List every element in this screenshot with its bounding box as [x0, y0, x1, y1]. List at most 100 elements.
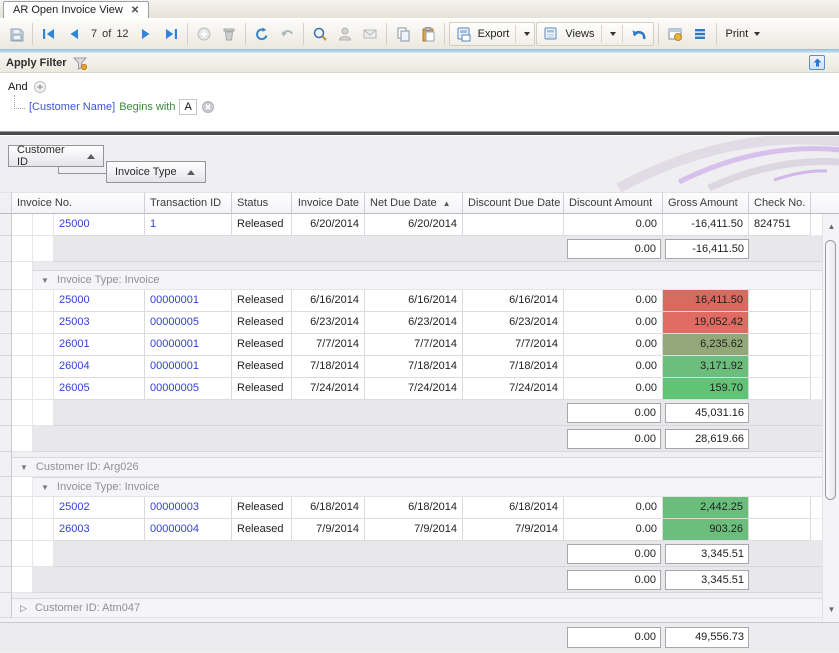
invoice-no-link[interactable]: 26003	[54, 519, 145, 541]
discount-due-date-cell: 6/18/2014	[463, 497, 564, 519]
column-header-transaction-id[interactable]: Transaction ID	[145, 192, 232, 214]
group-row-invoice-type[interactable]: ▼ Invoice Type: Invoice	[0, 270, 822, 290]
table-row[interactable]: 26005 00000005 Released 7/24/2014 7/24/2…	[0, 378, 822, 400]
net-due-date-cell: 6/16/2014	[365, 290, 463, 312]
email-button[interactable]	[358, 23, 382, 45]
views-label[interactable]: Views	[565, 28, 594, 40]
transaction-id-link[interactable]: 00000001	[145, 290, 232, 312]
search-button[interactable]	[308, 23, 332, 45]
print-dropdown-caret-icon[interactable]	[754, 32, 760, 36]
add-icon	[196, 26, 212, 42]
grid-settings-icon	[667, 26, 683, 42]
column-header-gross-amount[interactable]: Gross Amount	[663, 192, 749, 214]
previous-record-button[interactable]	[62, 23, 86, 45]
grand-total-discount: 0.00	[567, 627, 661, 648]
group-collapsed-icon[interactable]: ▷	[20, 603, 27, 614]
collapse-filter-panel-button[interactable]	[809, 55, 825, 70]
vertical-scrollbar[interactable]: ▲ ▼	[822, 214, 839, 621]
condition-value-input[interactable]: A	[179, 99, 196, 115]
invoice-no-link[interactable]: 25000	[54, 290, 145, 312]
transaction-id-link[interactable]: 00000004	[145, 519, 232, 541]
delete-record-button[interactable]	[217, 23, 241, 45]
group-separator	[601, 25, 602, 43]
add-record-button[interactable]	[192, 23, 216, 45]
column-header-invoice-no[interactable]: Invoice No.	[12, 192, 145, 214]
export-button[interactable]	[454, 23, 474, 45]
remove-condition-icon[interactable]	[201, 100, 215, 114]
table-row[interactable]: 25002 00000003 Released 6/18/2014 6/18/2…	[0, 497, 822, 519]
invoice-no-link[interactable]: 26004	[54, 356, 145, 378]
copy-button[interactable]	[391, 23, 415, 45]
tab-close-icon[interactable]: ✕	[131, 5, 139, 16]
add-condition-icon[interactable]	[33, 80, 47, 94]
invoice-no-link[interactable]: 25000	[54, 214, 145, 236]
refresh-button[interactable]	[250, 23, 274, 45]
sort-asc-icon	[187, 170, 195, 175]
column-header-invoice-date[interactable]: Invoice Date	[292, 192, 365, 214]
views-button[interactable]	[541, 23, 561, 45]
column-header-discount-amount[interactable]: Discount Amount	[564, 192, 663, 214]
transaction-id-link[interactable]: 00000001	[145, 356, 232, 378]
column-header-discount-due-date[interactable]: Discount Due Date	[463, 192, 564, 214]
transaction-id-link[interactable]: 00000005	[145, 312, 232, 334]
condition-operator[interactable]: Begins with	[119, 101, 175, 113]
table-row[interactable]: 26003 00000004 Released 7/9/2014 7/9/201…	[0, 519, 822, 541]
revert-arrow-icon	[630, 26, 647, 43]
transaction-id-link[interactable]: 1	[145, 214, 232, 236]
table-row[interactable]: 25003 00000005 Released 6/23/2014 6/23/2…	[0, 312, 822, 334]
group-row-invoice-type[interactable]: ▼ Invoice Type: Invoice	[0, 477, 822, 497]
group-row-customer-id[interactable]: ▼ Customer ID: Arg026	[0, 457, 822, 477]
print-label[interactable]: Print	[726, 28, 749, 40]
group-expanded-icon[interactable]: ▼	[41, 276, 49, 285]
filter-funnel-icon[interactable]	[73, 56, 87, 70]
row-indicator	[0, 270, 12, 290]
export-dropdown-caret-icon[interactable]	[524, 32, 530, 36]
group-chip-customer-id[interactable]: Customer ID	[8, 145, 104, 167]
table-row[interactable]: 26001 00000001 Released 7/7/2014 7/7/201…	[0, 334, 822, 356]
invoice-no-link[interactable]: 26005	[54, 378, 145, 400]
contact-button[interactable]	[333, 23, 357, 45]
decorative-swoosh	[559, 136, 839, 192]
transaction-id-link[interactable]: 00000003	[145, 497, 232, 519]
check-no-cell	[749, 356, 811, 378]
check-no-cell: 824751	[749, 214, 811, 236]
tab-ar-open-invoice-view[interactable]: AR Open Invoice View ✕	[3, 1, 149, 18]
table-row[interactable]: 26004 00000001 Released 7/18/2014 7/18/2…	[0, 356, 822, 378]
summary-discount-total: 0.00	[567, 544, 661, 564]
group-expanded-icon[interactable]: ▼	[41, 483, 49, 492]
net-due-date-cell: 6/23/2014	[365, 312, 463, 334]
list-view-button[interactable]	[688, 23, 712, 45]
scroll-up-icon[interactable]: ▲	[823, 218, 839, 234]
scroll-down-icon[interactable]: ▼	[823, 601, 839, 617]
condition-field[interactable]: [Customer Name]	[29, 101, 115, 113]
table-row[interactable]: 25000 00000001 Released 6/16/2014 6/16/2…	[0, 290, 822, 312]
export-label[interactable]: Export	[478, 28, 510, 40]
scrollbar-thumb[interactable]	[825, 240, 836, 500]
group-chip-invoice-type[interactable]: Invoice Type	[106, 161, 206, 183]
list-icon	[692, 26, 708, 42]
transaction-id-link[interactable]: 00000005	[145, 378, 232, 400]
summary-discount-total: 0.00	[567, 403, 661, 423]
customize-grid-button[interactable]	[663, 23, 687, 45]
filter-condition[interactable]: [Customer Name] Begins with A	[29, 98, 215, 116]
save-button[interactable]	[4, 23, 28, 45]
views-dropdown-caret-icon[interactable]	[610, 32, 616, 36]
last-record-button[interactable]	[159, 23, 183, 45]
column-header-status[interactable]: Status	[232, 192, 292, 214]
column-header-check-no[interactable]: Check No.	[749, 192, 811, 214]
column-header-net-due-date[interactable]: Net Due Date▲	[365, 192, 463, 214]
invoice-no-link[interactable]: 25003	[54, 312, 145, 334]
invoice-no-link[interactable]: 26001	[54, 334, 145, 356]
transaction-id-link[interactable]: 00000001	[145, 334, 232, 356]
invoice-no-link[interactable]: 25002	[54, 497, 145, 519]
paste-button[interactable]	[416, 23, 440, 45]
first-record-button[interactable]	[37, 23, 61, 45]
table-row[interactable]: 25000 1 Released 6/20/2014 6/20/2014 0.0…	[0, 214, 822, 236]
next-record-button[interactable]	[134, 23, 158, 45]
group-row-customer-id[interactable]: ▷ Customer ID: Atm047	[0, 598, 822, 618]
filter-operator-label[interactable]: And	[8, 81, 28, 93]
revert-view-button[interactable]	[629, 23, 649, 45]
check-no-cell	[749, 312, 811, 334]
undo-button[interactable]	[275, 23, 299, 45]
group-expanded-icon[interactable]: ▼	[20, 463, 28, 472]
